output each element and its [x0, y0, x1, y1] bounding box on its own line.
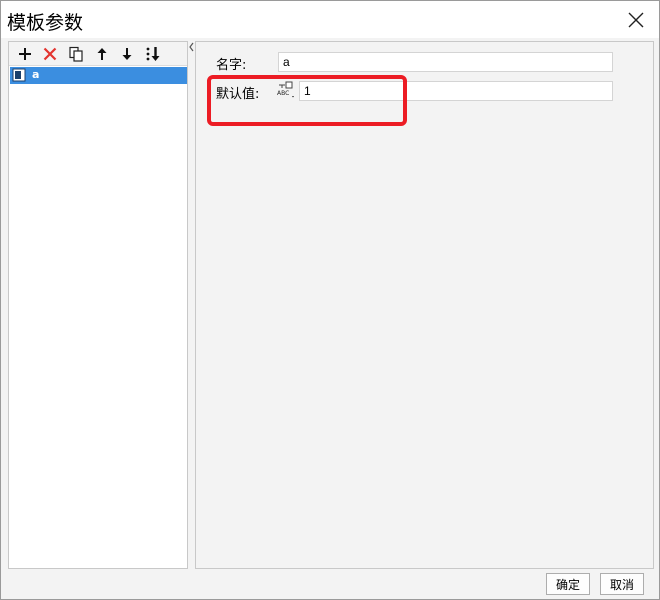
- title-bar: 模板参数: [1, 1, 659, 38]
- parameter-list-item[interactable]: a: [10, 67, 187, 84]
- abc-type-icon: ABC: [277, 81, 294, 98]
- collapse-arrow-icon: [189, 42, 194, 52]
- copy-icon: [69, 46, 83, 62]
- ok-button[interactable]: 确定: [546, 573, 590, 595]
- copy-button[interactable]: [66, 44, 86, 64]
- move-up-button[interactable]: [92, 44, 112, 64]
- x-icon: [43, 47, 57, 61]
- panel-splitter[interactable]: [188, 41, 195, 569]
- parameter-list-panel: a: [8, 41, 188, 569]
- move-down-button[interactable]: [117, 44, 137, 64]
- sort-button[interactable]: [143, 44, 163, 64]
- default-value-label: 默认值:: [216, 87, 260, 102]
- name-input[interactable]: a: [278, 52, 613, 72]
- value-type-button[interactable]: ABC: [276, 80, 296, 100]
- svg-text:ABC: ABC: [277, 90, 289, 97]
- arrow-down-icon: [122, 48, 132, 60]
- dialog-title: 模板参数: [7, 12, 84, 34]
- cancel-button[interactable]: 取消: [600, 573, 644, 595]
- add-button[interactable]: [15, 44, 35, 64]
- default-value-input[interactable]: 1: [299, 81, 613, 101]
- parameter-list-item-label: a: [32, 68, 40, 81]
- close-icon: [628, 12, 644, 28]
- sort-icon: [146, 47, 160, 61]
- plus-icon: [19, 48, 31, 60]
- list-toolbar: [9, 42, 187, 66]
- delete-button[interactable]: [40, 44, 60, 64]
- parameter-icon: [12, 68, 26, 82]
- arrow-up-icon: [97, 48, 107, 60]
- parameter-details-panel: 名字: a 默认值: ABC 1: [195, 41, 654, 569]
- name-label: 名字:: [216, 58, 247, 73]
- template-parameters-dialog: 模板参数 a 名字: a 默认值: ABC 1 确定 取消: [0, 0, 660, 600]
- close-button[interactable]: [623, 7, 649, 33]
